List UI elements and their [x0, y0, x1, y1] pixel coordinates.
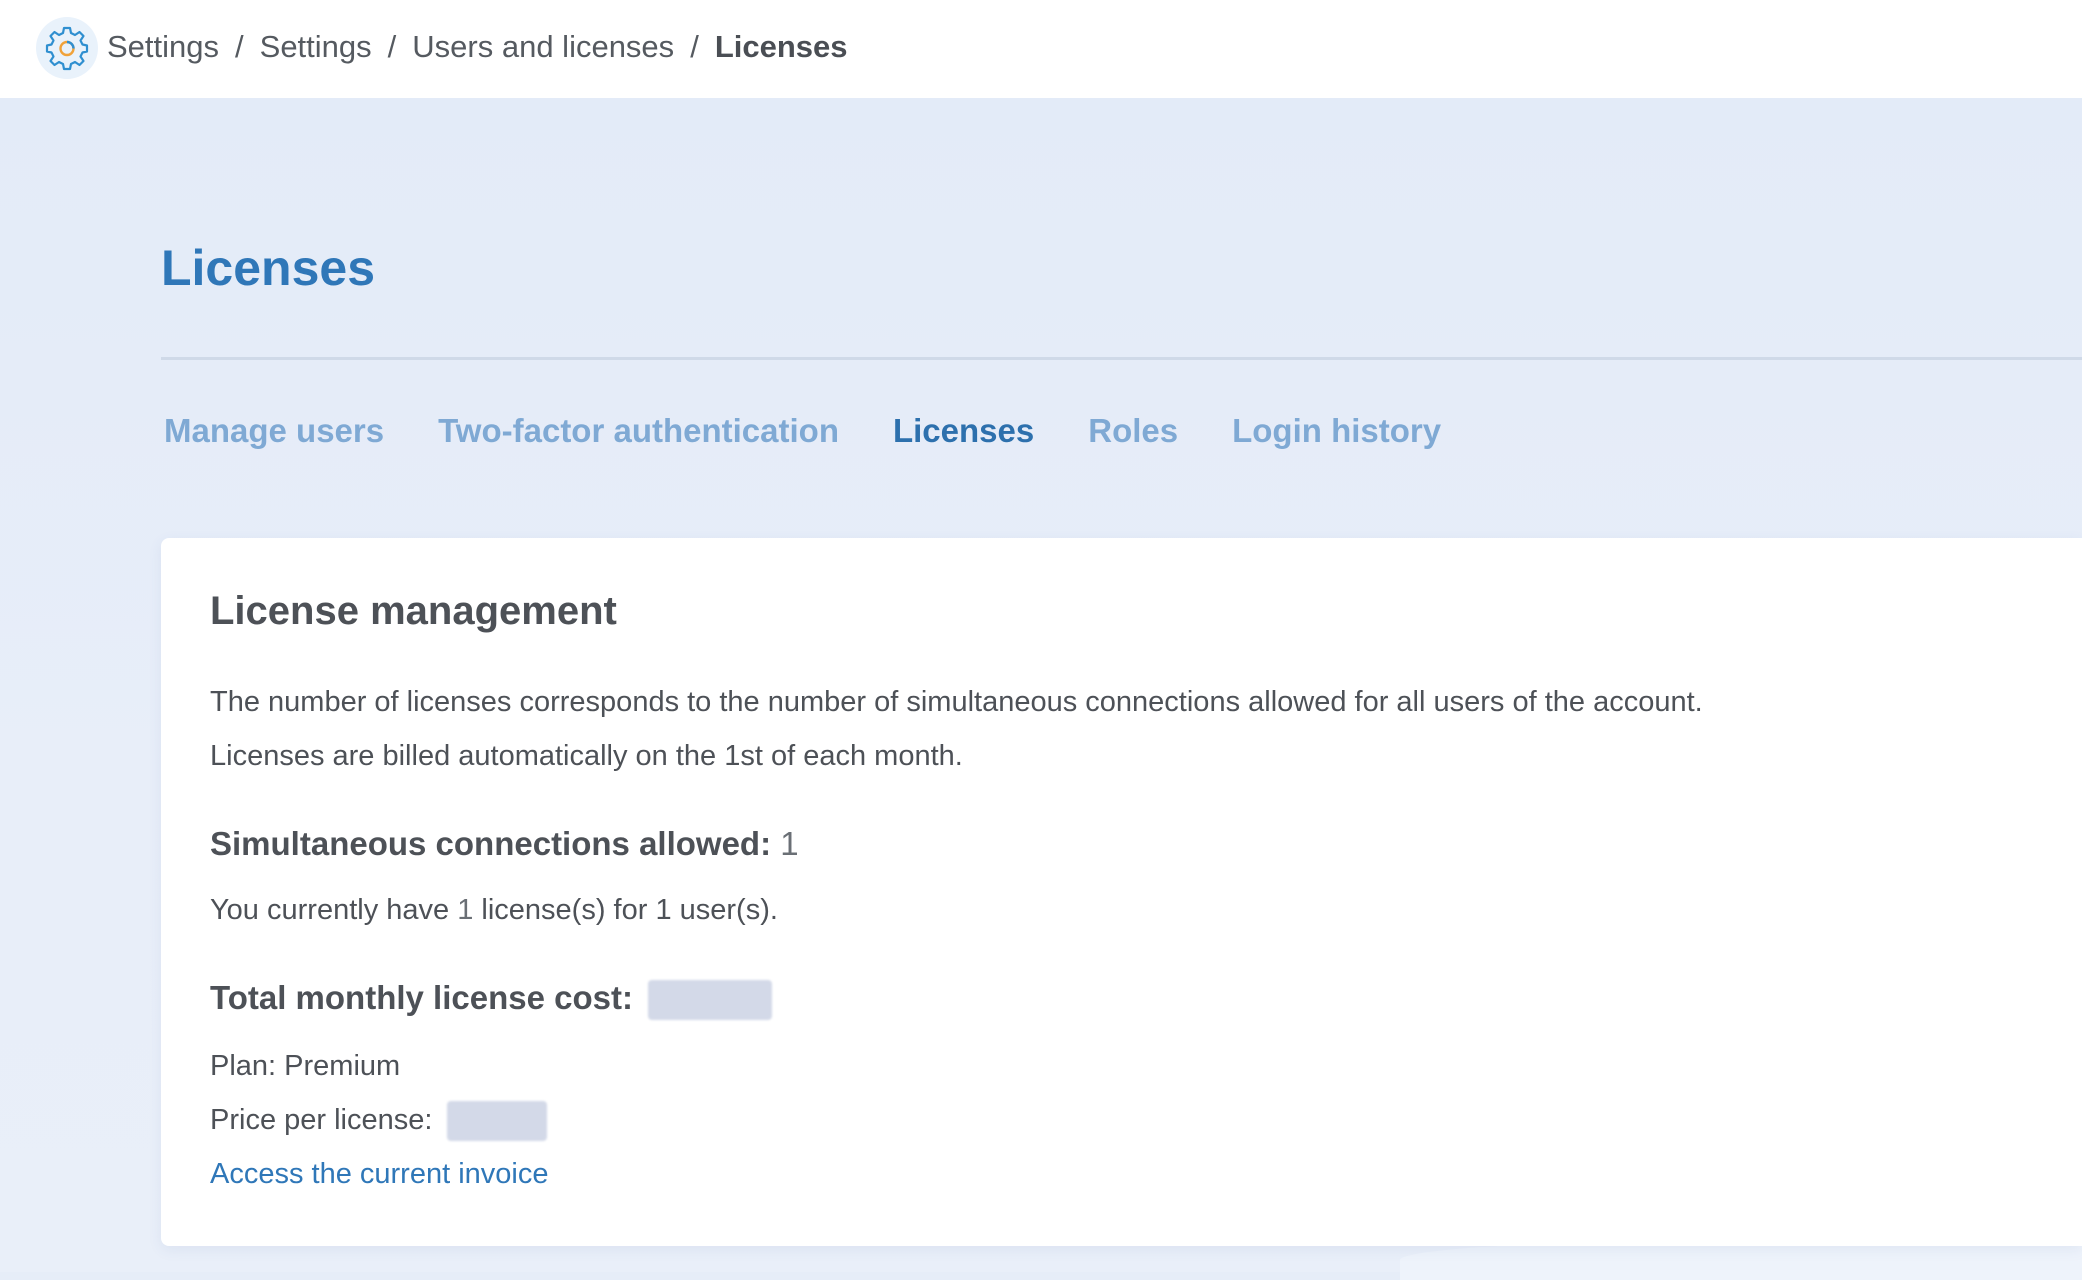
description-line-2: Licenses are billed automatically on the… [210, 740, 963, 772]
price-label: Price per license: [210, 1104, 433, 1136]
connections-label: Simultaneous connections allowed: [210, 825, 772, 862]
connections-value: 1 [780, 825, 799, 862]
connections-allowed: Simultaneous connections allowed: 1 [210, 822, 799, 866]
description-line-1: The number of licenses corresponds to th… [210, 686, 1703, 718]
redacted-cost-value [648, 980, 773, 1021]
top-bar: Settings / Settings / Users and licenses… [0, 0, 2082, 98]
redacted-price-value [446, 1101, 547, 1142]
tab-bar: Manage users Two-factor authentication L… [164, 408, 1495, 454]
tab-two-factor-authentication[interactable]: Two-factor authentication [438, 408, 839, 454]
breadcrumb-separator: / [690, 29, 699, 64]
breadcrumb-item-settings-2[interactable]: Settings [260, 29, 372, 65]
total-monthly-cost: Total monthly license cost: [210, 976, 773, 1021]
licenses-summary: You currently have 1 license(s) for 1 us… [210, 890, 778, 930]
access-invoice-link[interactable]: Access the current invoice [210, 1154, 548, 1194]
breadcrumb-item-settings[interactable]: Settings [107, 29, 219, 65]
licenses-count: 1 [457, 894, 474, 926]
breadcrumb-current: Licenses [714, 29, 848, 64]
tab-roles[interactable]: Roles [1088, 408, 1178, 454]
tab-licenses[interactable]: Licenses [893, 408, 1034, 454]
licenses-suffix: license(s) for 1 user(s). [473, 894, 778, 926]
cost-label: Total monthly license cost: [210, 979, 633, 1016]
title-divider [161, 357, 2082, 360]
breadcrumb-item-users-and-licenses[interactable]: Users and licenses [412, 29, 674, 65]
page-title: Licenses [161, 240, 376, 296]
tab-login-history[interactable]: Login history [1232, 408, 1441, 454]
licenses-prefix: You currently have [210, 894, 458, 926]
price-per-license: Price per license: [210, 1100, 547, 1142]
card-title: License management [210, 589, 617, 633]
breadcrumb: Settings / Settings / Users and licenses… [107, 27, 848, 67]
breadcrumb-separator: / [235, 29, 244, 64]
gear-icon[interactable] [36, 17, 98, 79]
tab-manage-users[interactable]: Manage users [164, 408, 384, 454]
decorative-background-shape [1400, 1240, 2082, 1280]
breadcrumb-separator: / [387, 29, 397, 64]
plan-text: Plan: Premium [210, 1050, 401, 1082]
license-management-card: License management The number of license… [161, 538, 2082, 1246]
